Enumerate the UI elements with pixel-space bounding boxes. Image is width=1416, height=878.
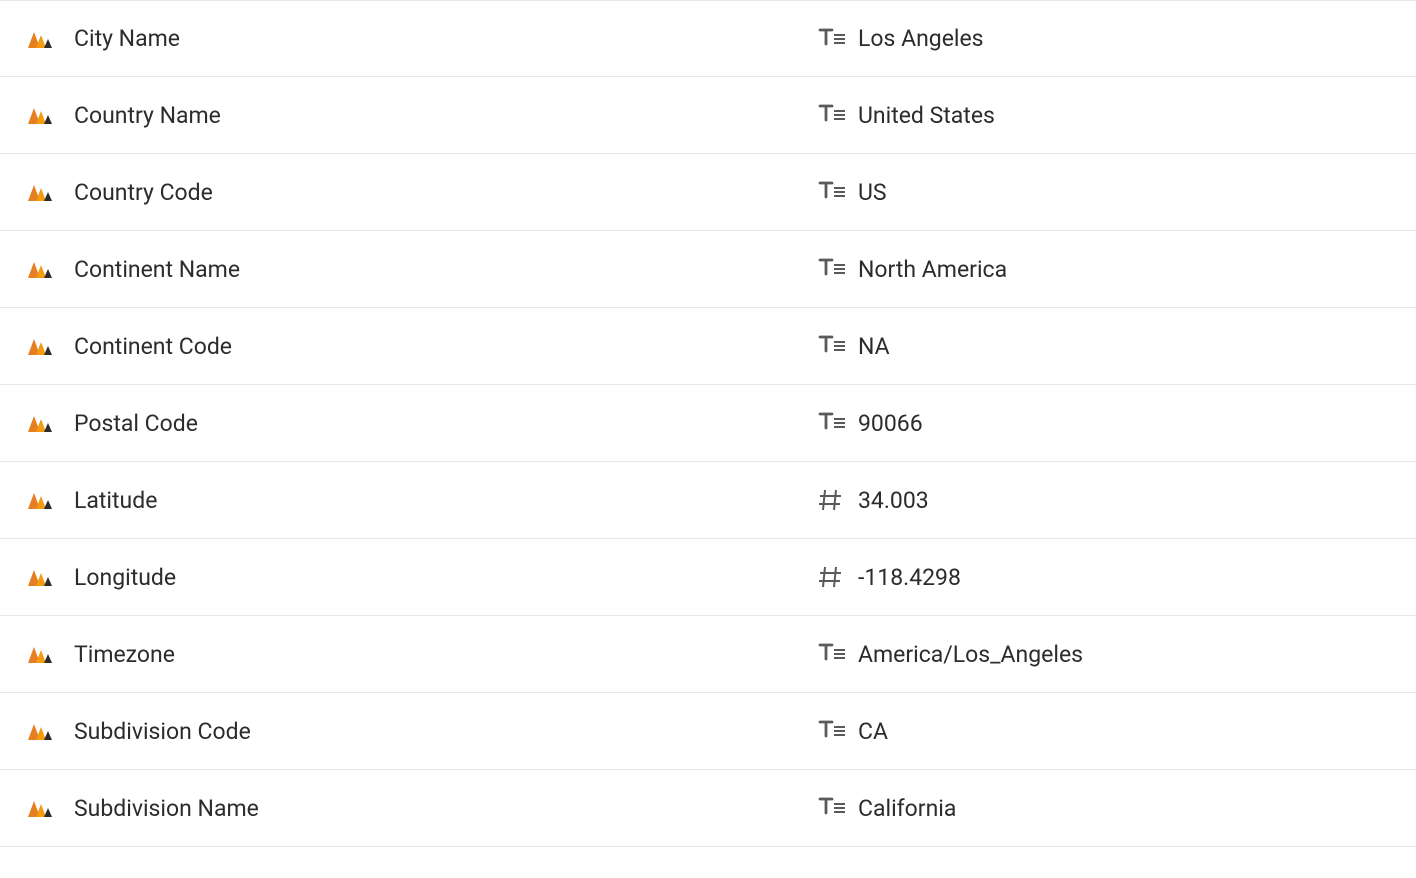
maxmind-icon bbox=[28, 566, 56, 588]
number-type-icon bbox=[818, 564, 846, 590]
table-row[interactable]: Country Name United States bbox=[0, 77, 1416, 154]
text-type-icon bbox=[818, 256, 846, 282]
field-label: Timezone bbox=[74, 641, 175, 668]
field-label: Country Code bbox=[74, 179, 213, 206]
field-label-cell: Subdivision Name bbox=[28, 795, 818, 822]
field-value: US bbox=[858, 179, 887, 206]
field-label-cell: Continent Code bbox=[28, 333, 818, 360]
text-type-icon bbox=[818, 641, 846, 667]
geo-fields-table: City Name Los Angeles bbox=[0, 0, 1416, 847]
field-value: 34.003 bbox=[858, 487, 929, 514]
number-type-icon bbox=[818, 487, 846, 513]
maxmind-icon bbox=[28, 797, 56, 819]
field-label-cell: Postal Code bbox=[28, 410, 818, 437]
field-value: North America bbox=[858, 256, 1007, 283]
field-label: Country Name bbox=[74, 102, 221, 129]
field-value-cell: 90066 bbox=[818, 410, 1388, 437]
field-label: Continent Code bbox=[74, 333, 232, 360]
table-row[interactable]: Timezone America/Los_Angeles bbox=[0, 616, 1416, 693]
field-label: Postal Code bbox=[74, 410, 198, 437]
table-row[interactable]: Subdivision Name California bbox=[0, 770, 1416, 847]
maxmind-icon bbox=[28, 412, 56, 434]
table-row[interactable]: Longitude -118.4298 bbox=[0, 539, 1416, 616]
field-value-cell: NA bbox=[818, 333, 1388, 360]
text-type-icon bbox=[818, 26, 846, 52]
field-label: Latitude bbox=[74, 487, 157, 514]
field-value-cell: CA bbox=[818, 718, 1388, 745]
table-row[interactable]: Postal Code 90066 bbox=[0, 385, 1416, 462]
field-label-cell: Timezone bbox=[28, 641, 818, 668]
field-value-cell: North America bbox=[818, 256, 1388, 283]
field-label: Subdivision Name bbox=[74, 795, 259, 822]
table-row[interactable]: Subdivision Code CA bbox=[0, 693, 1416, 770]
field-value: 90066 bbox=[858, 410, 923, 437]
field-value: -118.4298 bbox=[858, 564, 961, 591]
table-row[interactable]: City Name Los Angeles bbox=[0, 0, 1416, 77]
field-value: CA bbox=[858, 718, 888, 745]
field-value-cell: United States bbox=[818, 102, 1388, 129]
maxmind-icon bbox=[28, 28, 56, 50]
field-label-cell: Country Code bbox=[28, 179, 818, 206]
field-label-cell: Country Name bbox=[28, 102, 818, 129]
field-value-cell: -118.4298 bbox=[818, 564, 1388, 591]
field-value-cell: Los Angeles bbox=[818, 25, 1388, 52]
maxmind-icon bbox=[28, 104, 56, 126]
maxmind-icon bbox=[28, 489, 56, 511]
field-label-cell: Subdivision Code bbox=[28, 718, 818, 745]
text-type-icon bbox=[818, 410, 846, 436]
field-label-cell: Latitude bbox=[28, 487, 818, 514]
field-value-cell: America/Los_Angeles bbox=[818, 641, 1388, 668]
maxmind-icon bbox=[28, 258, 56, 280]
field-label-cell: Continent Name bbox=[28, 256, 818, 283]
field-label: City Name bbox=[74, 25, 180, 52]
maxmind-icon bbox=[28, 335, 56, 357]
field-label: Continent Name bbox=[74, 256, 240, 283]
text-type-icon bbox=[818, 179, 846, 205]
text-type-icon bbox=[818, 102, 846, 128]
field-value-cell: 34.003 bbox=[818, 487, 1388, 514]
text-type-icon bbox=[818, 333, 846, 359]
text-type-icon bbox=[818, 718, 846, 744]
field-label: Longitude bbox=[74, 564, 176, 591]
field-label-cell: City Name bbox=[28, 25, 818, 52]
field-value: NA bbox=[858, 333, 890, 360]
field-value-cell: US bbox=[818, 179, 1388, 206]
maxmind-icon bbox=[28, 720, 56, 742]
field-value: California bbox=[858, 795, 956, 822]
field-label: Subdivision Code bbox=[74, 718, 251, 745]
field-label-cell: Longitude bbox=[28, 564, 818, 591]
table-row[interactable]: Latitude 34.003 bbox=[0, 462, 1416, 539]
maxmind-icon bbox=[28, 643, 56, 665]
table-row[interactable]: Continent Name North America bbox=[0, 231, 1416, 308]
field-value: America/Los_Angeles bbox=[858, 641, 1083, 668]
field-value: United States bbox=[858, 102, 995, 129]
table-row[interactable]: Continent Code NA bbox=[0, 308, 1416, 385]
table-row[interactable]: Country Code US bbox=[0, 154, 1416, 231]
field-value: Los Angeles bbox=[858, 25, 984, 52]
text-type-icon bbox=[818, 795, 846, 821]
field-value-cell: California bbox=[818, 795, 1388, 822]
maxmind-icon bbox=[28, 181, 56, 203]
